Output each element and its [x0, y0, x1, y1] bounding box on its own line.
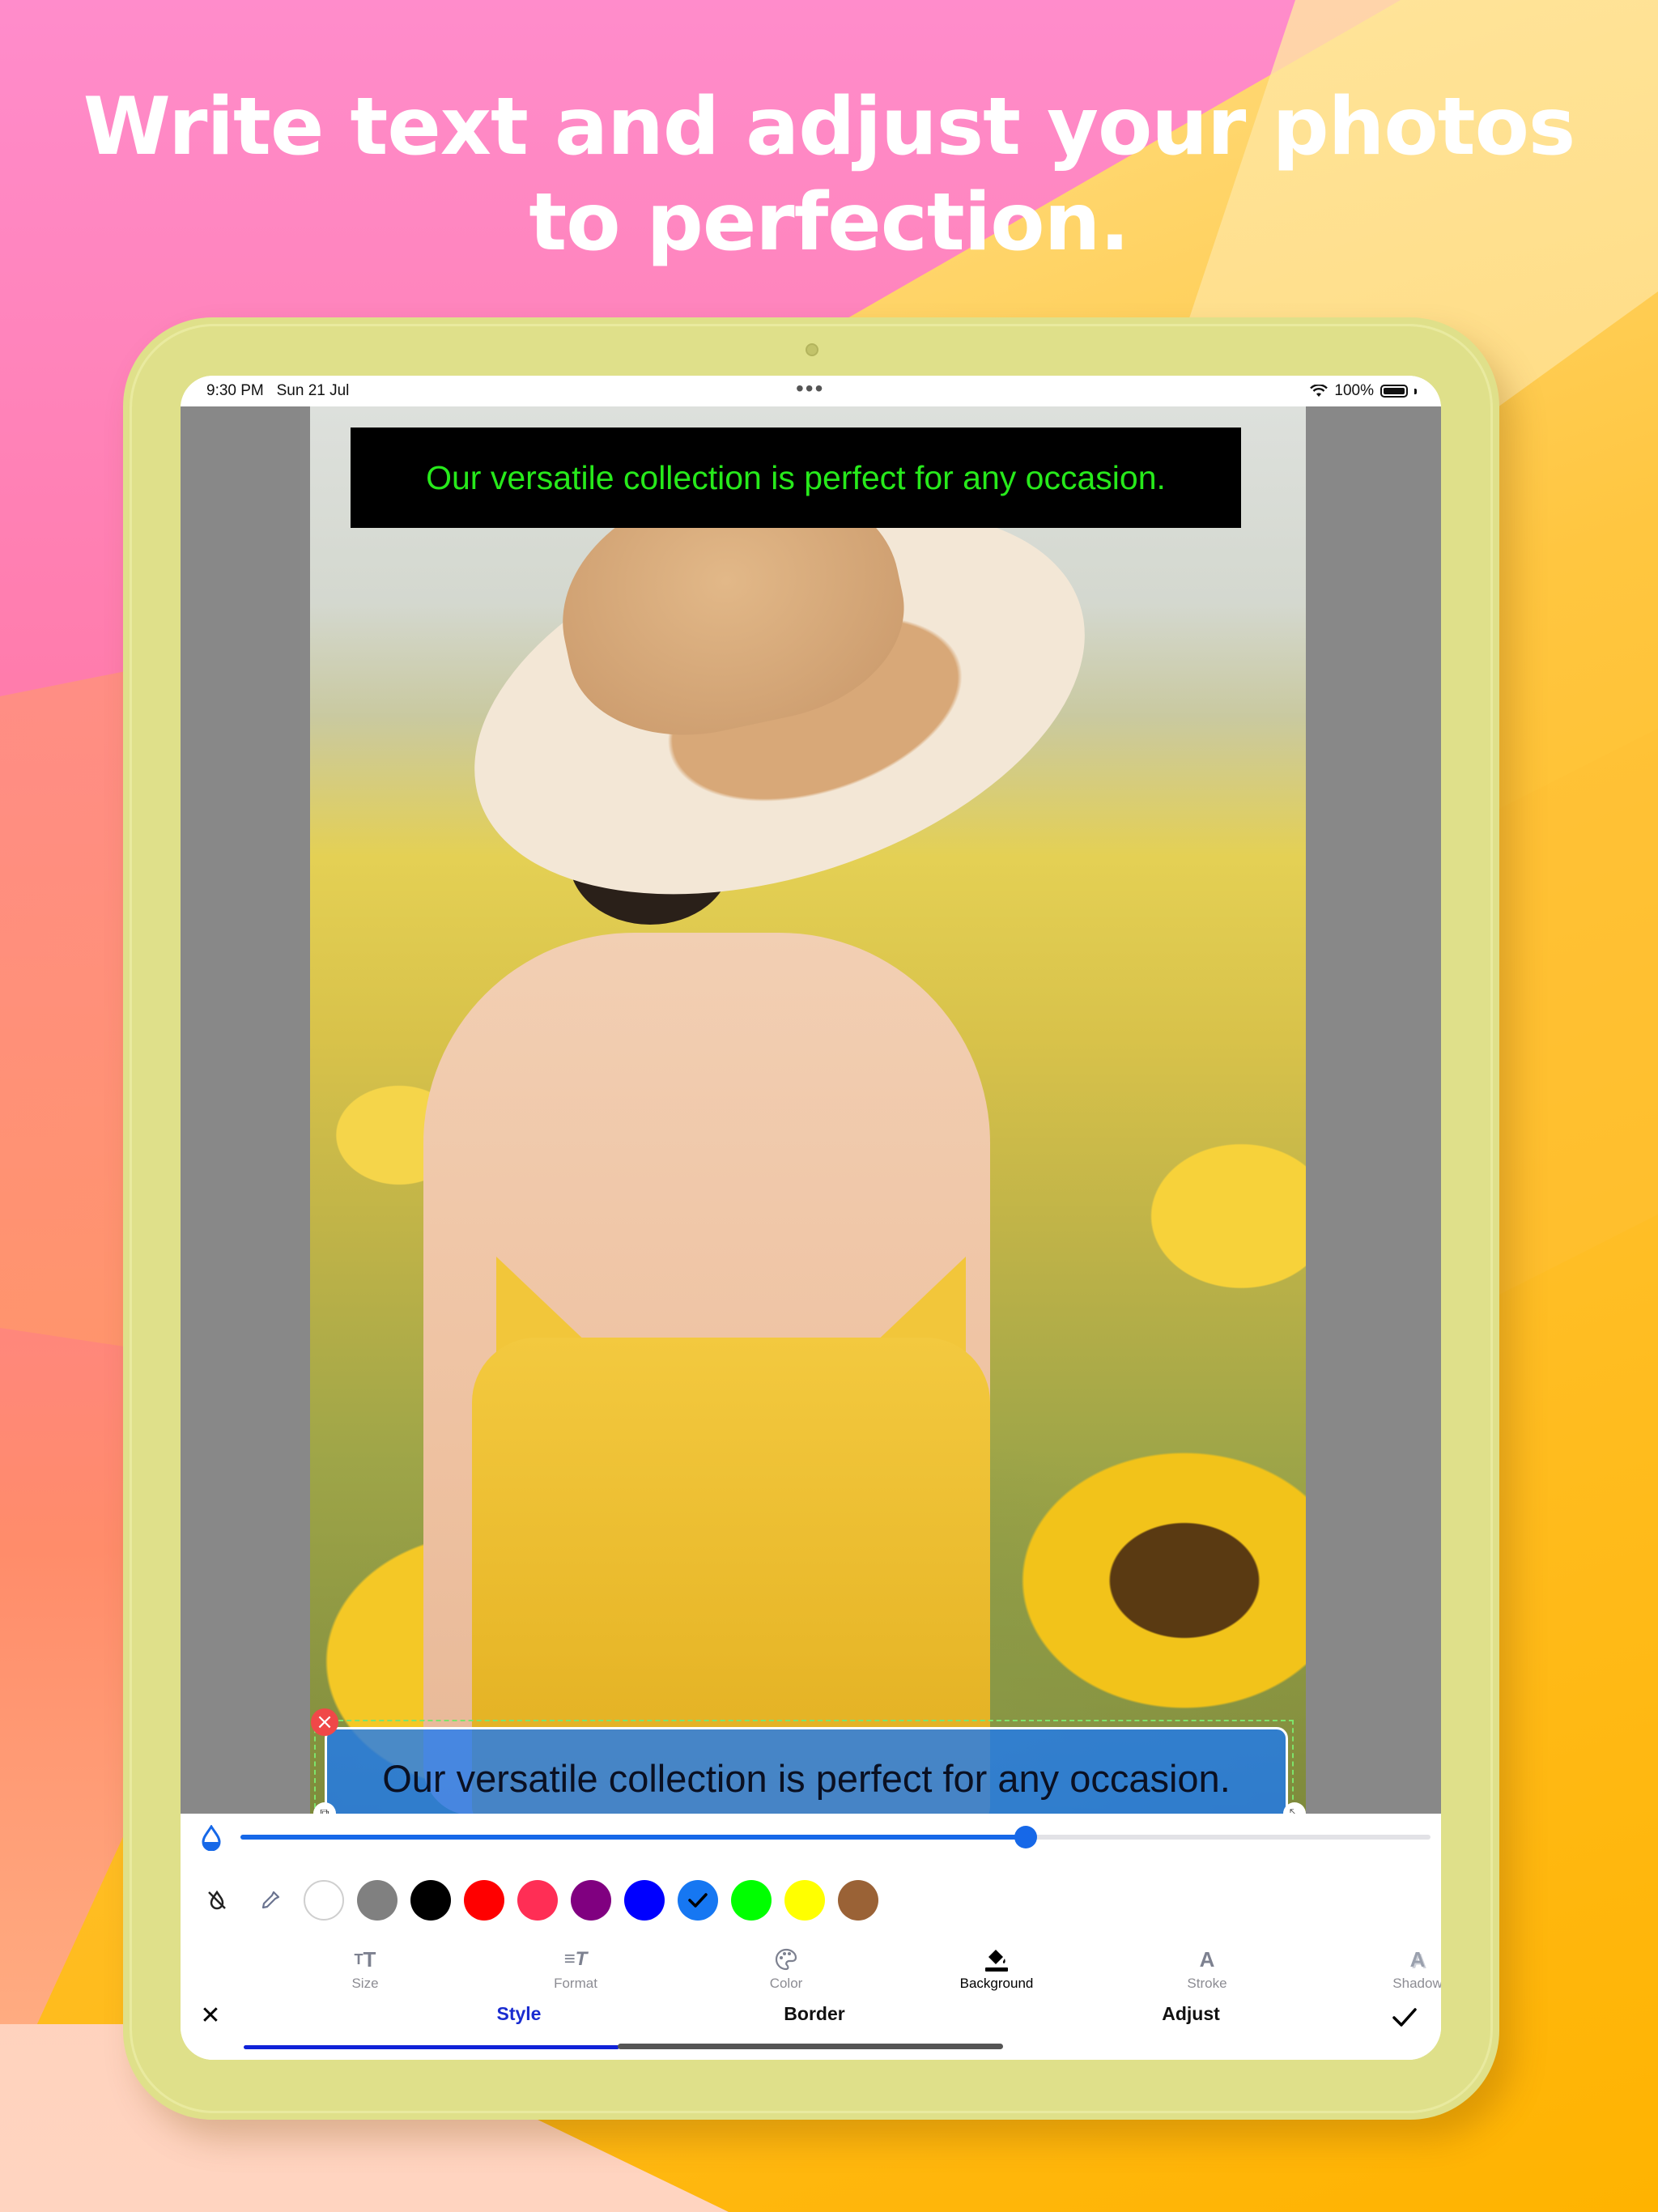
battery-percent: 100% [1334, 382, 1374, 399]
paint-bucket-icon [932, 1943, 1061, 1976]
status-bar: 9:30 PM Sun 21 Jul ••• 100% [181, 376, 1441, 406]
text-format-icon: ≡T [563, 1948, 588, 1970]
subtab-label: Color [769, 1976, 803, 1991]
shadow-icon: A [1409, 1946, 1426, 1972]
headline-line-2: to perfection. [529, 177, 1129, 269]
subtab-size[interactable]: T T Size [300, 1943, 430, 1992]
wifi-icon [1310, 385, 1329, 397]
active-tab-indicator [244, 2045, 619, 2049]
subtab-label: Background [959, 1976, 1034, 1991]
subtab-color[interactable]: Color [721, 1943, 851, 1992]
front-camera [806, 343, 818, 356]
selected-check-icon [688, 1893, 708, 1908]
tab-style[interactable]: Style [397, 2003, 640, 2025]
marketing-headline: Write text and adjust your photos to per… [0, 79, 1658, 270]
subtab-label: Format [554, 1976, 597, 1991]
subtab-label: Shadow [1392, 1976, 1441, 1991]
opacity-slider-thumb[interactable] [1014, 1826, 1038, 1848]
battery-icon [1380, 385, 1408, 398]
color-swatch-black[interactable] [410, 1880, 451, 1921]
status-right: 100% [1310, 382, 1417, 400]
color-swatch-white[interactable] [304, 1880, 344, 1921]
status-time: 9:30 PM Sun 21 Jul [206, 382, 350, 399]
opacity-slider[interactable] [240, 1826, 1431, 1848]
editor-toolbar: T T Size ≡T Format Color Background A Stroke A Sha… [181, 1814, 1441, 2060]
text-size-icon: TT [354, 1946, 376, 1972]
subtab-label: Stroke [1187, 1976, 1227, 1991]
color-swatch-sky-blue[interactable] [678, 1880, 718, 1921]
app-screen: 9:30 PM Sun 21 Jul ••• 100% Our versatil… [181, 376, 1441, 2060]
opacity-drop-icon [202, 1825, 221, 1851]
palette-icon [721, 1943, 851, 1976]
delete-layer-icon[interactable]: × [311, 1708, 338, 1736]
subtab-background[interactable]: Background [932, 1943, 1061, 1992]
color-swatch-purple[interactable] [571, 1880, 611, 1921]
color-swatch-red[interactable] [464, 1880, 504, 1921]
home-indicator [618, 2044, 1003, 2049]
subtab-label: Size [351, 1976, 379, 1991]
color-swatch-blue[interactable] [624, 1880, 665, 1921]
stroke-icon: A [1199, 1946, 1215, 1972]
eyedropper-icon [261, 1891, 280, 1909]
tab-border[interactable]: Border [693, 2003, 936, 2025]
checkmark-icon[interactable] [1384, 2000, 1425, 2035]
eyedropper-button[interactable] [250, 1880, 291, 1921]
headline-line-1: Write text and adjust your photos [83, 81, 1576, 173]
multitasking-dots[interactable]: ••• [796, 376, 824, 402]
subtab-shadow[interactable]: A Shadow [1353, 1943, 1441, 1992]
color-swatches [197, 1880, 878, 1921]
subtab-stroke[interactable]: A Stroke [1142, 1943, 1272, 1992]
color-swatch-yellow[interactable] [784, 1880, 825, 1921]
photo[interactable] [310, 406, 1306, 1814]
subtab-format[interactable]: ≡T Format [511, 1943, 640, 1992]
style-subtabs: T T Size ≡T Format Color Background A Stroke A Sha… [181, 1943, 1441, 2000]
color-swatch-green[interactable] [731, 1880, 772, 1921]
color-swatch-gray[interactable] [357, 1880, 397, 1921]
color-swatch-brown[interactable] [838, 1880, 878, 1921]
close-icon[interactable]: ✕ [190, 2001, 231, 2037]
text-layer-top[interactable]: Our versatile collection is perfect for … [351, 428, 1241, 528]
tab-adjust[interactable]: Adjust [1069, 2003, 1312, 2025]
no-color-button[interactable] [197, 1880, 237, 1921]
editor-canvas: Our versatile collection is perfect for … [181, 406, 1441, 1833]
no-fill-icon [208, 1890, 226, 1910]
color-swatch-pink-red[interactable] [517, 1880, 558, 1921]
